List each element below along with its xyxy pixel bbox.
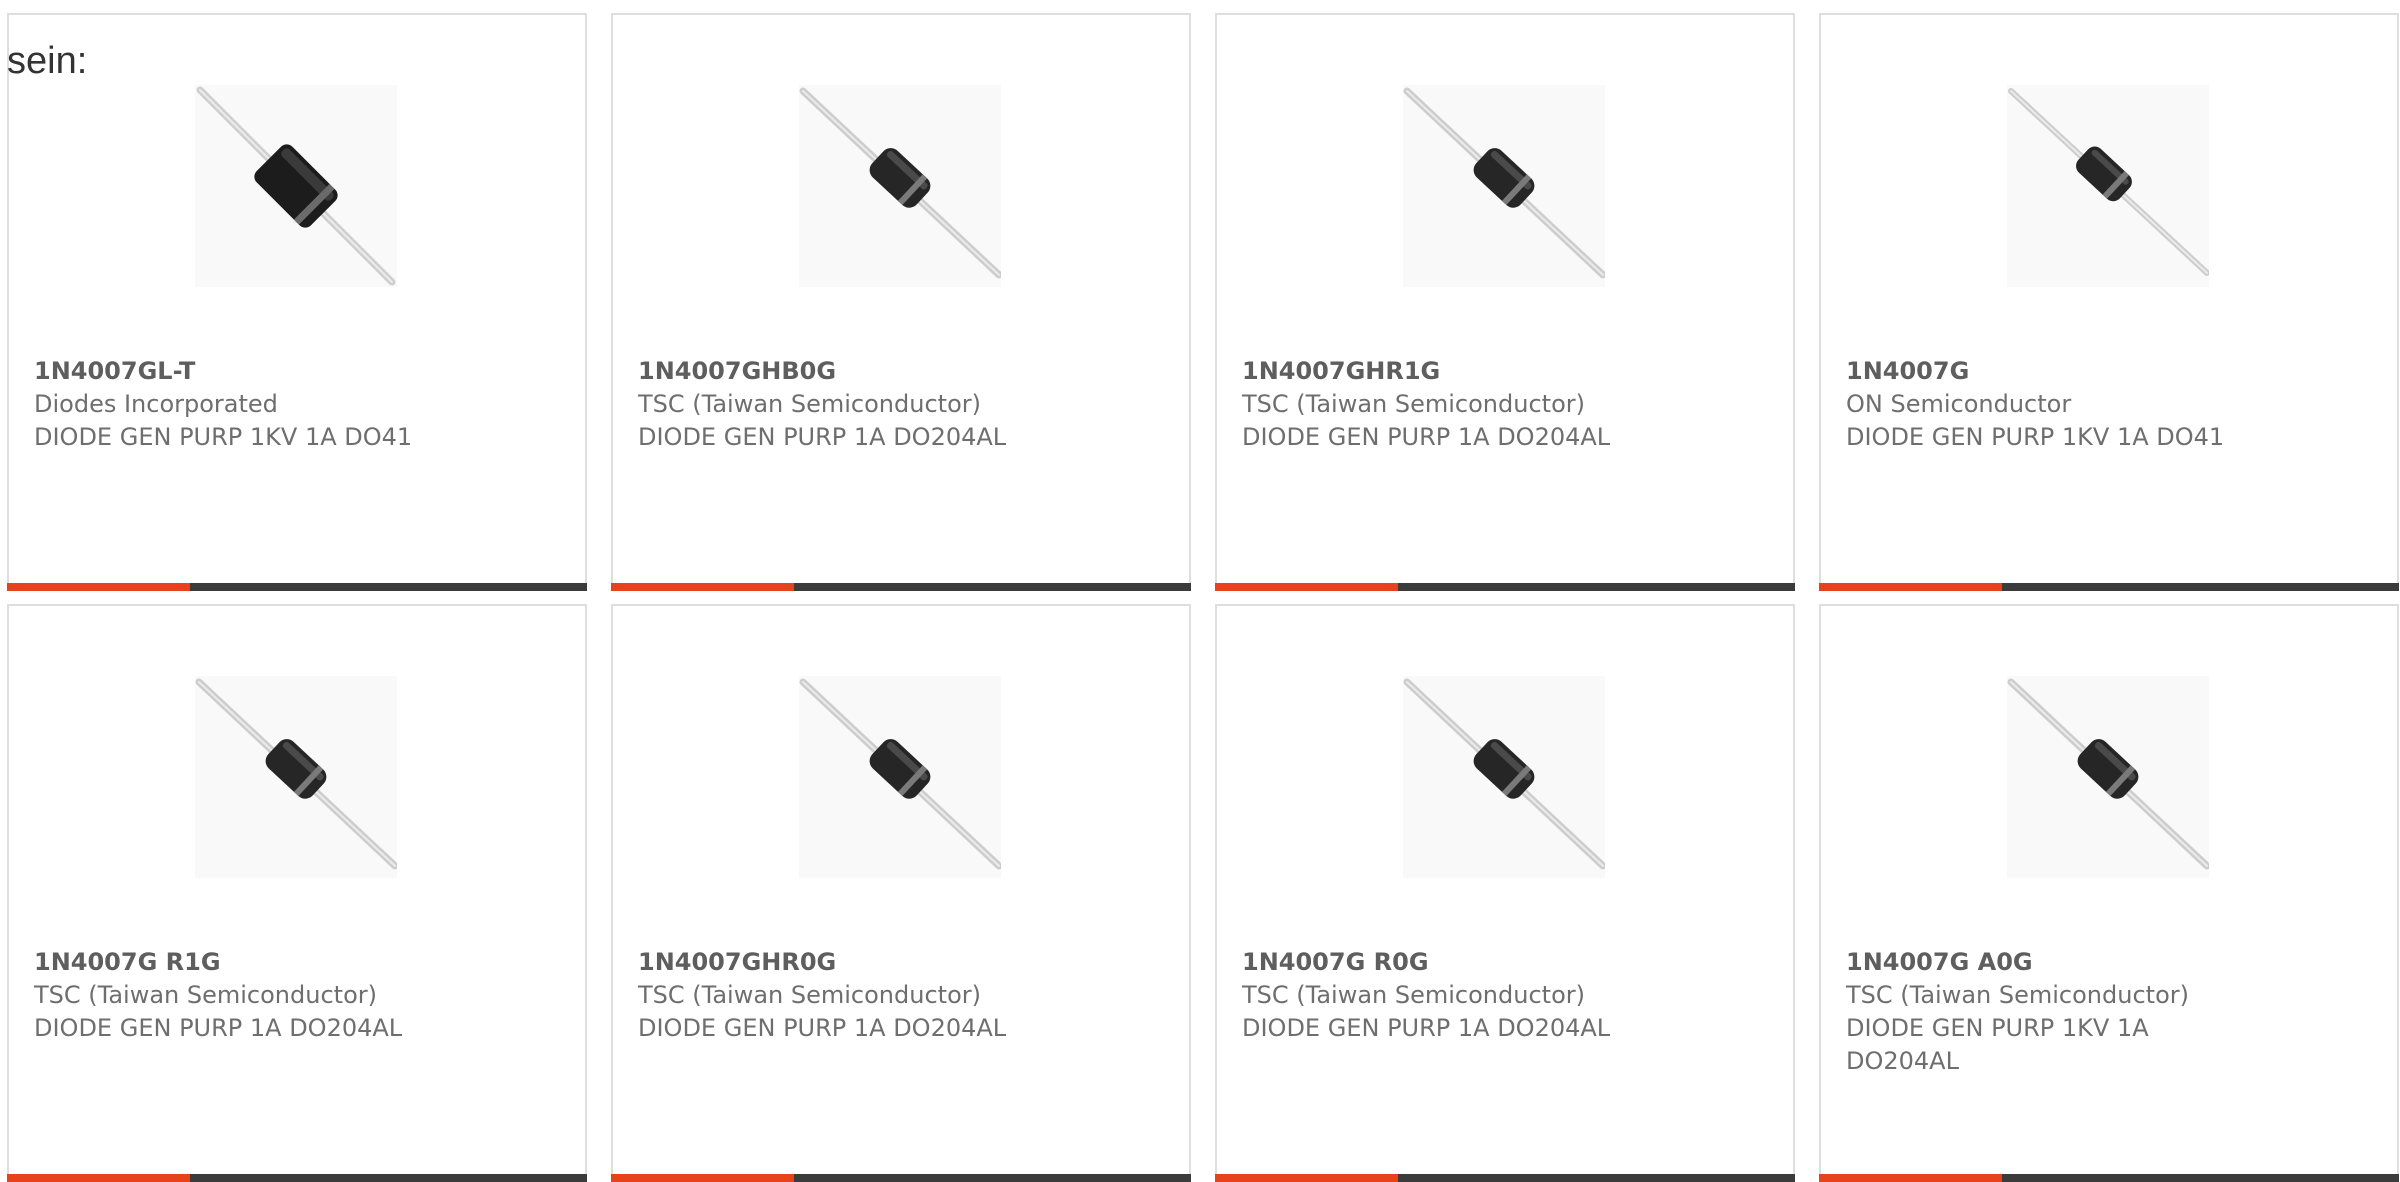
product-image[interactable] [2007,85,2209,287]
manufacturer-name: TSC (Taiwan Semiconductor) [638,981,981,1009]
manufacturer-name: TSC (Taiwan Semiconductor) [1242,390,1585,418]
accent-bar [1215,583,1795,591]
accent-bar [1215,1174,1795,1182]
diode-do41-large-icon [195,85,397,287]
part-number-link[interactable]: 1N4007G A0G [1846,946,2246,979]
accent-bar [7,583,587,591]
product-image[interactable] [799,85,1001,287]
diode-do204al-icon [2007,676,2209,878]
diode-do41-icon [2007,85,2209,287]
manufacturer-name: TSC (Taiwan Semiconductor) [1242,981,1585,1009]
product-card[interactable]: 1N4007GL-T Diodes Incorporated DIODE GEN… [7,13,587,591]
product-info: 1N4007GHR1G TSC (Taiwan Semiconductor) D… [1242,355,1642,454]
product-info: 1N4007GHB0G TSC (Taiwan Semiconductor) D… [638,355,1038,454]
accent-bar [611,1174,1191,1182]
part-number-link[interactable]: 1N4007GHB0G [638,355,1038,388]
product-info: 1N4007G ON Semiconductor DIODE GEN PURP … [1846,355,2246,454]
product-image[interactable] [1403,676,1605,878]
product-card[interactable]: 1N4007G A0G TSC (Taiwan Semiconductor) D… [1819,604,2399,1182]
product-description: DIODE GEN PURP 1A DO204AL [34,1014,403,1042]
product-image[interactable] [1403,85,1605,287]
product-description: DIODE GEN PURP 1A DO204AL [1242,423,1611,451]
product-card[interactable]: 1N4007GHB0G TSC (Taiwan Semiconductor) D… [611,13,1191,591]
product-info: 1N4007GHR0G TSC (Taiwan Semiconductor) D… [638,946,1038,1045]
accent-bar [7,1174,587,1182]
product-info: 1N4007G A0G TSC (Taiwan Semiconductor) D… [1846,946,2246,1078]
product-info: 1N4007G R0G TSC (Taiwan Semiconductor) D… [1242,946,1642,1045]
product-card[interactable]: 1N4007G R1G TSC (Taiwan Semiconductor) D… [7,604,587,1182]
part-number-link[interactable]: 1N4007G [1846,355,2246,388]
product-grid: 1N4007GL-T Diodes Incorporated DIODE GEN… [7,13,2399,1182]
manufacturer-name: ON Semiconductor [1846,390,2072,418]
accent-bar [1819,1174,2399,1182]
accent-bar [611,583,1191,591]
product-image[interactable] [799,676,1001,878]
accent-bar [1819,583,2399,591]
diode-do204al-icon [799,85,1001,287]
product-description: DIODE GEN PURP 1KV 1A DO41 [34,423,413,451]
product-description: DIODE GEN PURP 1KV 1A DO41 [1846,423,2225,451]
part-number-link[interactable]: 1N4007GHR0G [638,946,1038,979]
product-description: DIODE GEN PURP 1A DO204AL [638,1014,1007,1042]
product-image[interactable] [195,85,397,287]
product-info: 1N4007GL-T Diodes Incorporated DIODE GEN… [34,355,434,454]
product-image[interactable] [195,676,397,878]
part-number-link[interactable]: 1N4007G R1G [34,946,434,979]
product-description: DIODE GEN PURP 1A DO204AL [1242,1014,1611,1042]
product-image[interactable] [2007,676,2209,878]
diode-do204al-icon [1403,85,1605,287]
product-description: DIODE GEN PURP 1A DO204AL [638,423,1007,451]
product-card[interactable]: 1N4007GHR0G TSC (Taiwan Semiconductor) D… [611,604,1191,1182]
product-info: 1N4007G R1G TSC (Taiwan Semiconductor) D… [34,946,434,1045]
product-card[interactable]: 1N4007G ON Semiconductor DIODE GEN PURP … [1819,13,2399,591]
part-number-link[interactable]: 1N4007GL-T [34,355,434,388]
manufacturer-name: TSC (Taiwan Semiconductor) [1846,981,2189,1009]
manufacturer-name: TSC (Taiwan Semiconductor) [638,390,981,418]
part-number-link[interactable]: 1N4007GHR1G [1242,355,1642,388]
product-card[interactable]: 1N4007G R0G TSC (Taiwan Semiconductor) D… [1215,604,1795,1182]
diode-do204al-icon [195,676,397,878]
manufacturer-name: TSC (Taiwan Semiconductor) [34,981,377,1009]
diode-do204al-icon [799,676,1001,878]
intro-text: sein: [7,40,88,82]
part-number-link[interactable]: 1N4007G R0G [1242,946,1642,979]
product-description: DIODE GEN PURP 1KV 1A DO204AL [1846,1014,2149,1075]
diode-do204al-icon [1403,676,1605,878]
product-card[interactable]: 1N4007GHR1G TSC (Taiwan Semiconductor) D… [1215,13,1795,591]
manufacturer-name: Diodes Incorporated [34,390,278,418]
